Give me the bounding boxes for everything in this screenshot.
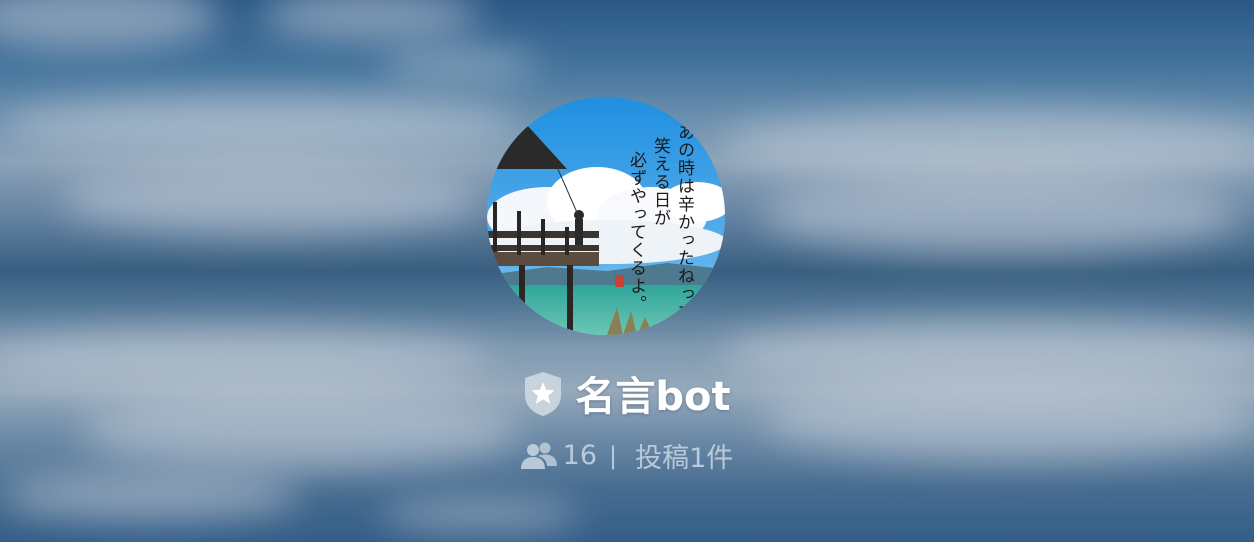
members-icon xyxy=(520,442,557,469)
community-stats: 16 | 投稿1件 xyxy=(0,436,1254,475)
community-title-row: 名言bot xyxy=(0,364,1254,422)
avatar-calligraphy-line: 笑える日が xyxy=(650,137,670,227)
community-name: 名言bot xyxy=(575,374,731,420)
avatar-calligraphy-line: 必ずやってくるよ。 xyxy=(626,151,646,313)
stats-separator: | xyxy=(609,441,618,470)
member-count[interactable]: 16 xyxy=(563,440,597,471)
post-count[interactable]: 投稿1件 xyxy=(635,436,733,475)
shield-star-icon xyxy=(525,372,562,416)
avatar-calligraphy-line: あの時は辛かったねって xyxy=(674,123,694,321)
community-avatar[interactable]: あの時は辛かったねって 笑える日が 必ずやってくるよ。 xyxy=(487,97,725,335)
